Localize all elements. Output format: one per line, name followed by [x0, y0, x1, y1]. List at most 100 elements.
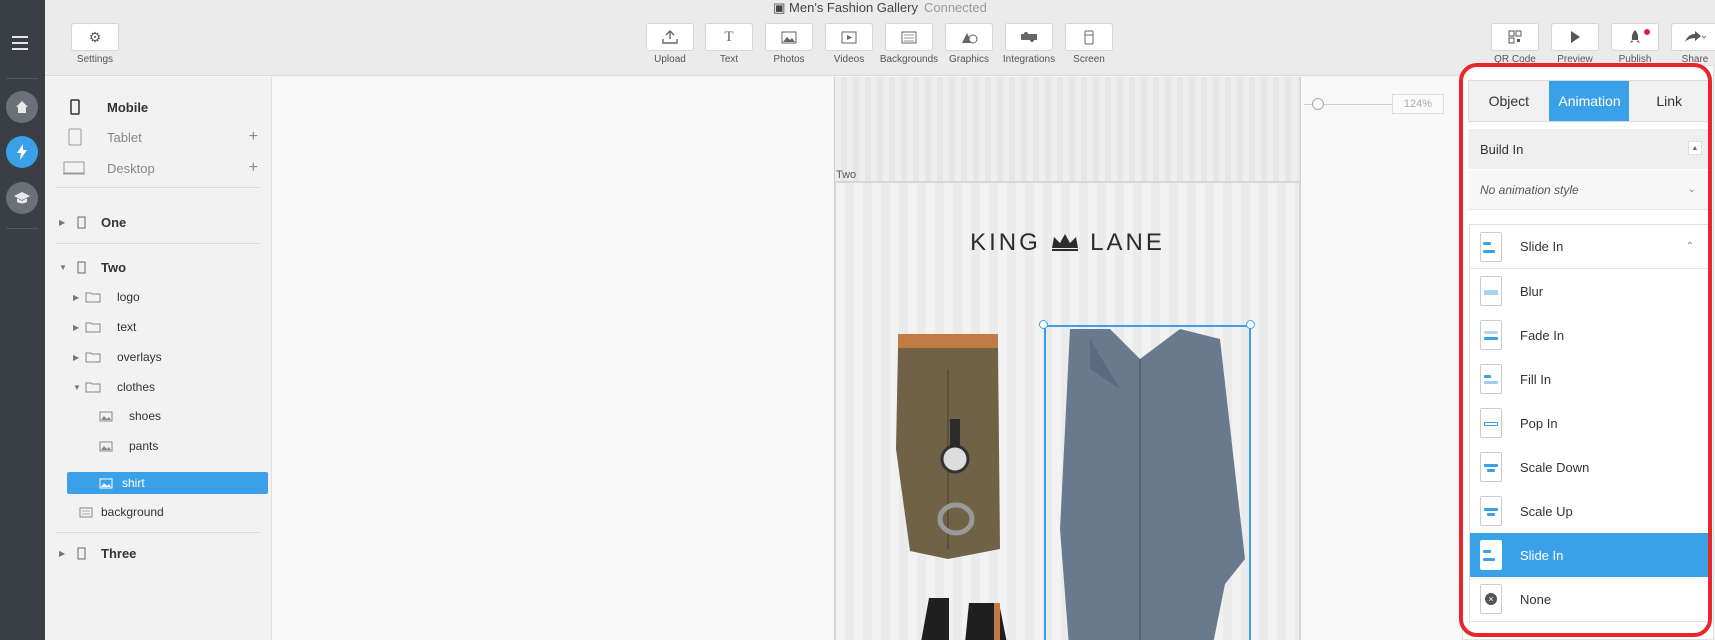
zoom-slider-handle[interactable] [1312, 98, 1324, 110]
background-icon [901, 31, 917, 43]
animation-option-blur[interactable]: Blur [1470, 269, 1708, 313]
layer-shoes[interactable]: shoes [67, 405, 260, 427]
upload-label: Upload [654, 54, 686, 65]
preview-button[interactable]: Preview [1545, 23, 1605, 65]
animation-option-fill-in[interactable]: Fill In [1470, 357, 1708, 401]
folder-icon [85, 382, 101, 393]
scale-down-preview-icon [1480, 452, 1502, 482]
qr-code-button[interactable]: QR Code [1485, 23, 1545, 65]
tab-animation[interactable]: Animation [1548, 81, 1630, 121]
chevron-up-icon[interactable]: ⌃ [1686, 241, 1694, 252]
animation-option-scale-up[interactable]: Scale Up [1470, 489, 1708, 533]
device-tablet-label: Tablet [107, 129, 142, 145]
integrations-label: Integrations [1002, 54, 1056, 65]
lightning-icon[interactable] [6, 136, 38, 168]
crown-icon [1052, 234, 1079, 251]
build-in-header[interactable]: Build In ▲ [1468, 129, 1710, 169]
layer-background[interactable]: background [67, 501, 260, 523]
layer-clothes[interactable]: ▼ clothes [67, 376, 260, 398]
desktop-icon [63, 161, 85, 175]
photos-button[interactable]: Photos [759, 23, 819, 65]
home-icon[interactable] [6, 91, 38, 123]
backgrounds-button[interactable]: Backgrounds [879, 23, 939, 65]
expand-arrow-icon[interactable]: ▶ [73, 323, 79, 332]
tab-link[interactable]: Link [1629, 81, 1710, 121]
animation-option-pop-in[interactable]: Pop In [1470, 401, 1708, 445]
image-icon [99, 478, 113, 488]
preview-label: Preview [1557, 54, 1593, 65]
animation-option-fade-in[interactable]: Fade In [1470, 313, 1708, 357]
expand-arrow-icon[interactable]: ▶ [59, 549, 65, 558]
layer-page-one[interactable]: ▶ One [55, 211, 260, 233]
layer-shirt[interactable]: shirt [67, 472, 268, 494]
layer-page-three[interactable]: ▶ Three [55, 542, 260, 564]
device-mobile-label: Mobile [107, 99, 149, 115]
option-label: Slide In [1520, 547, 1564, 563]
inspector-tabs: Object Animation Link [1468, 80, 1710, 122]
folder-icon [85, 352, 101, 363]
layer-label: text [117, 320, 137, 334]
puzzle-icon [1021, 32, 1037, 42]
videos-label: Videos [833, 54, 865, 65]
selection-box[interactable] [1044, 325, 1251, 640]
device-tablet[interactable]: Tablet + [45, 122, 272, 152]
editor-canvas[interactable]: 124% Two KING LANE [272, 77, 1460, 640]
collapse-arrow-icon[interactable]: ▼ [59, 263, 67, 272]
animation-option-slide-in[interactable]: Slide In [1470, 533, 1708, 577]
videos-button[interactable]: Videos [819, 23, 879, 65]
add-desktop-icon[interactable]: + [249, 159, 258, 177]
gear-icon: ⚙ [88, 28, 102, 45]
animation-style-placeholder: No animation style [1480, 182, 1579, 197]
collapse-arrow-icon[interactable]: ▼ [73, 383, 81, 392]
device-mobile[interactable]: Mobile [45, 92, 272, 122]
publish-label: Publish [1618, 54, 1652, 65]
screen-label: Screen [1073, 54, 1105, 65]
expand-arrow-icon[interactable]: ▶ [59, 218, 65, 227]
option-label: Scale Up [1520, 503, 1573, 519]
text-label: Text [719, 54, 739, 65]
layer-logo[interactable]: ▶ logo [67, 286, 260, 308]
graduation-cap-icon[interactable] [6, 182, 38, 214]
tab-object[interactable]: Object [1469, 81, 1549, 121]
current-animation-label: Slide In [1520, 239, 1564, 254]
document-title: ▣ Men's Fashion Gallery Connected [45, 0, 1715, 16]
current-animation-header[interactable]: Slide In ⌃ [1470, 225, 1708, 269]
expand-arrow-icon[interactable]: ▶ [73, 293, 79, 302]
connection-status: Connected [923, 0, 987, 15]
share-button[interactable]: Share [1665, 23, 1715, 65]
add-tablet-icon[interactable]: + [249, 128, 258, 146]
shapes-icon [962, 32, 978, 43]
expand-arrow-icon[interactable]: ▶ [73, 353, 79, 362]
device-desktop[interactable]: Desktop + [45, 153, 272, 183]
text-button[interactable]: T Text [699, 23, 759, 65]
layers-panel: Mobile Tablet + Desktop + ▶ One ▼ Two ▶ … [45, 77, 272, 640]
graphics-button[interactable]: Graphics [939, 23, 999, 65]
animation-option-none[interactable]: × None [1470, 577, 1708, 621]
resize-handle[interactable] [1246, 320, 1255, 329]
graphics-label: Graphics [948, 54, 989, 65]
layer-page-two[interactable]: ▼ Two [55, 256, 260, 278]
animation-option-scale-down[interactable]: Scale Down [1470, 445, 1708, 489]
zoom-level[interactable]: 124% [1392, 94, 1444, 114]
layer-label: Two [101, 259, 127, 275]
layer-pants[interactable]: pants [67, 435, 260, 457]
blur-preview-icon [1480, 276, 1502, 306]
animation-style-select[interactable]: No animation style ⌄ [1468, 170, 1710, 210]
resize-handle[interactable] [1039, 320, 1048, 329]
settings-button[interactable]: ⚙ Settings [65, 23, 125, 65]
layer-text[interactable]: ▶ text [67, 316, 260, 338]
integrations-button[interactable]: Integrations [999, 23, 1059, 65]
publish-button[interactable]: Publish [1605, 23, 1665, 65]
option-label: Fade In [1520, 327, 1565, 343]
upload-icon [662, 30, 678, 44]
layer-label: One [101, 214, 127, 230]
layer-overlays[interactable]: ▶ overlays [67, 346, 260, 368]
screen-button[interactable]: Screen [1059, 23, 1119, 65]
shoes-image [921, 598, 1007, 640]
document-icon: ▣ [773, 0, 790, 15]
collapse-icon[interactable]: ▲ [1688, 141, 1702, 155]
page-frame-one[interactable] [834, 77, 1301, 182]
layer-label: logo [117, 290, 140, 304]
menu-icon[interactable] [12, 36, 28, 54]
upload-button[interactable]: Upload [640, 23, 700, 65]
